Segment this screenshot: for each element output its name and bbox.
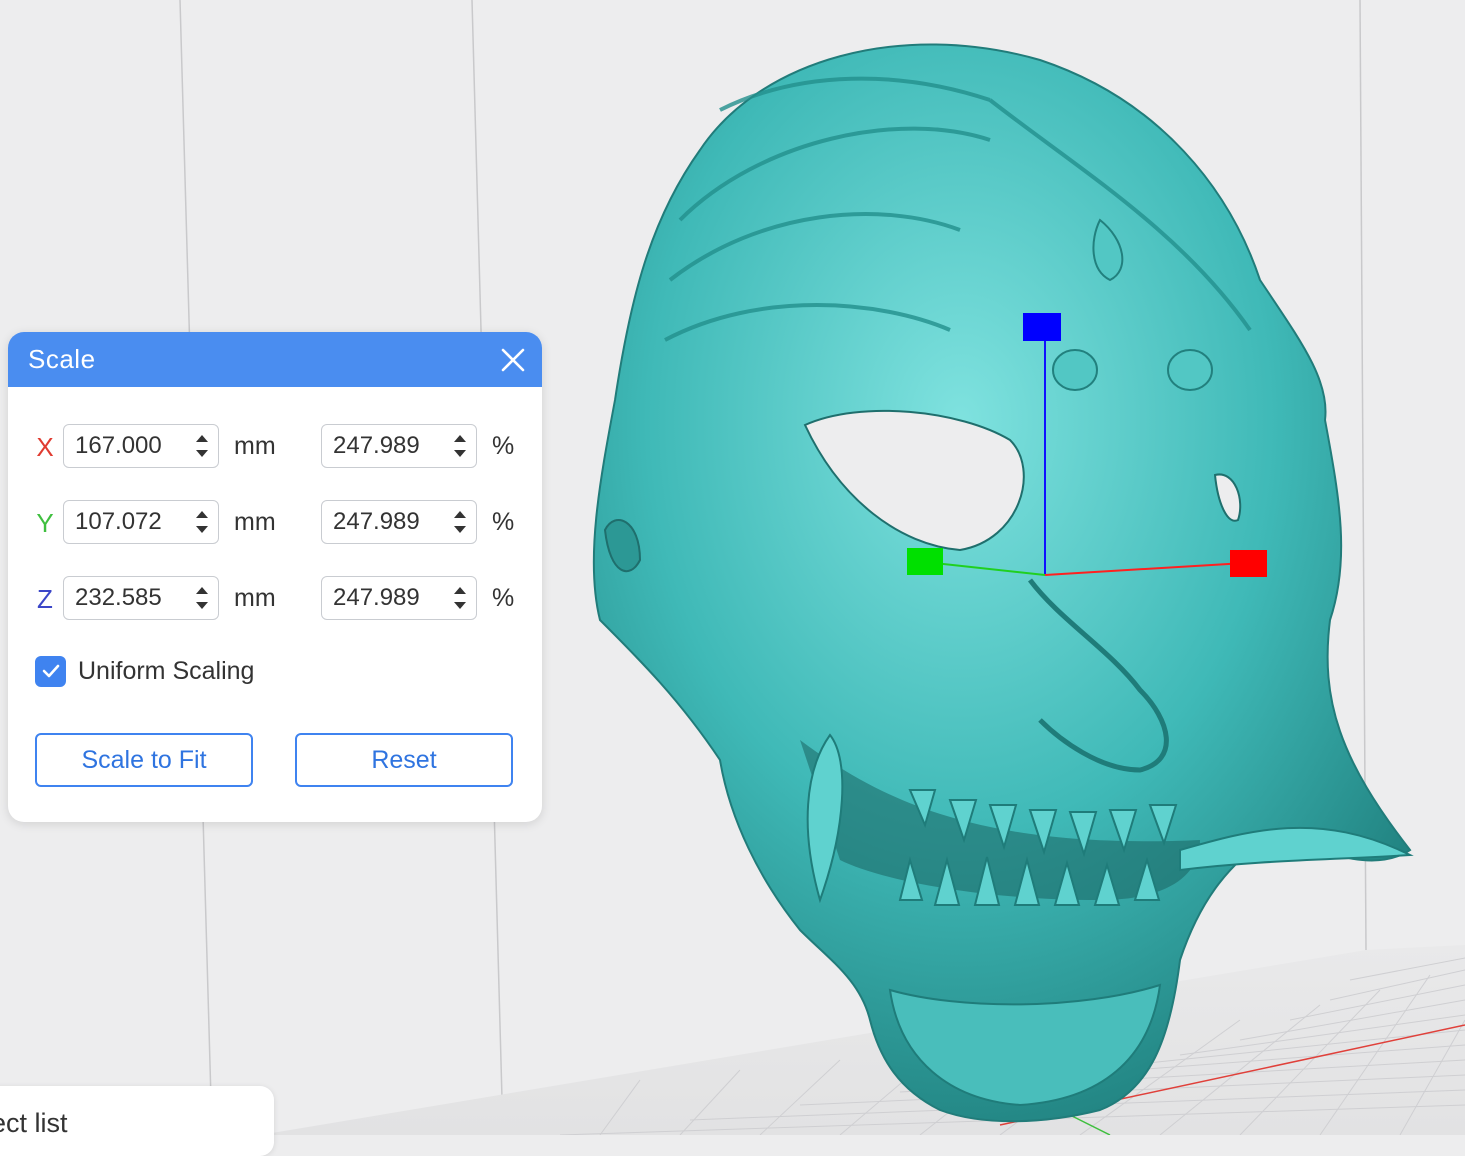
y-percent-unit: % bbox=[492, 508, 515, 536]
chevron-down-icon[interactable] bbox=[453, 449, 467, 458]
axis-label-z: Z bbox=[37, 584, 53, 614]
z-percent-value[interactable]: 247.989 bbox=[322, 584, 444, 612]
chevron-up-icon[interactable] bbox=[453, 586, 467, 595]
chevron-down-icon[interactable] bbox=[453, 601, 467, 610]
reset-button[interactable]: Reset bbox=[295, 733, 513, 787]
x-mm-unit: mm bbox=[234, 432, 276, 460]
chevron-up-icon[interactable] bbox=[195, 434, 209, 443]
y-size-input[interactable]: 107.072 bbox=[63, 500, 219, 544]
y-size-value[interactable]: 107.072 bbox=[64, 508, 186, 536]
uniform-scaling-label: Uniform Scaling bbox=[78, 656, 255, 685]
scale-panel-header: Scale bbox=[8, 332, 542, 387]
y-mm-unit: mm bbox=[234, 508, 276, 536]
uniform-scaling-checkbox[interactable] bbox=[35, 655, 66, 687]
z-percent-input[interactable]: 247.989 bbox=[321, 576, 477, 620]
chevron-down-icon[interactable] bbox=[195, 449, 209, 458]
z-mm-unit: mm bbox=[234, 584, 276, 612]
axis-label-x: X bbox=[36, 432, 54, 462]
chevron-up-icon[interactable] bbox=[195, 510, 209, 519]
chevron-up-icon[interactable] bbox=[195, 586, 209, 595]
x-size-value[interactable]: 167.000 bbox=[64, 432, 186, 460]
chevron-up-icon[interactable] bbox=[453, 434, 467, 443]
close-icon[interactable] bbox=[498, 345, 528, 375]
panel-title: Scale bbox=[28, 344, 96, 374]
gizmo-y-handle[interactable] bbox=[907, 548, 943, 575]
x-size-input[interactable]: 167.000 bbox=[63, 424, 219, 468]
chevron-down-icon[interactable] bbox=[195, 601, 209, 610]
x-percent-input[interactable]: 247.989 bbox=[321, 424, 477, 468]
chevron-down-icon[interactable] bbox=[453, 525, 467, 534]
scale-row-y: Y 107.072 mm 247.989 % bbox=[8, 500, 542, 548]
x-percent-unit: % bbox=[492, 432, 515, 460]
axis-label-y: Y bbox=[36, 508, 54, 538]
z-size-value[interactable]: 232.585 bbox=[64, 584, 186, 612]
y-percent-input[interactable]: 247.989 bbox=[321, 500, 477, 544]
scale-panel: Scale X 167.000 mm 247.989 % Y 107.072 m… bbox=[8, 332, 542, 822]
scale-to-fit-button[interactable]: Scale to Fit bbox=[35, 733, 253, 787]
gizmo-z-handle[interactable] bbox=[1023, 313, 1061, 341]
object-list-label[interactable]: ect list bbox=[0, 1108, 68, 1139]
chevron-up-icon[interactable] bbox=[453, 510, 467, 519]
y-percent-value[interactable]: 247.989 bbox=[322, 508, 444, 536]
scale-row-z: Z 232.585 mm 247.989 % bbox=[8, 576, 542, 624]
x-percent-value[interactable]: 247.989 bbox=[322, 432, 444, 460]
checkmark-icon bbox=[42, 664, 59, 678]
uniform-scaling-toggle[interactable]: Uniform Scaling bbox=[35, 654, 254, 688]
z-percent-unit: % bbox=[492, 584, 515, 612]
scale-row-x: X 167.000 mm 247.989 % bbox=[8, 424, 542, 472]
gizmo-x-handle[interactable] bbox=[1230, 550, 1267, 577]
chevron-down-icon[interactable] bbox=[195, 525, 209, 534]
z-size-input[interactable]: 232.585 bbox=[63, 576, 219, 620]
